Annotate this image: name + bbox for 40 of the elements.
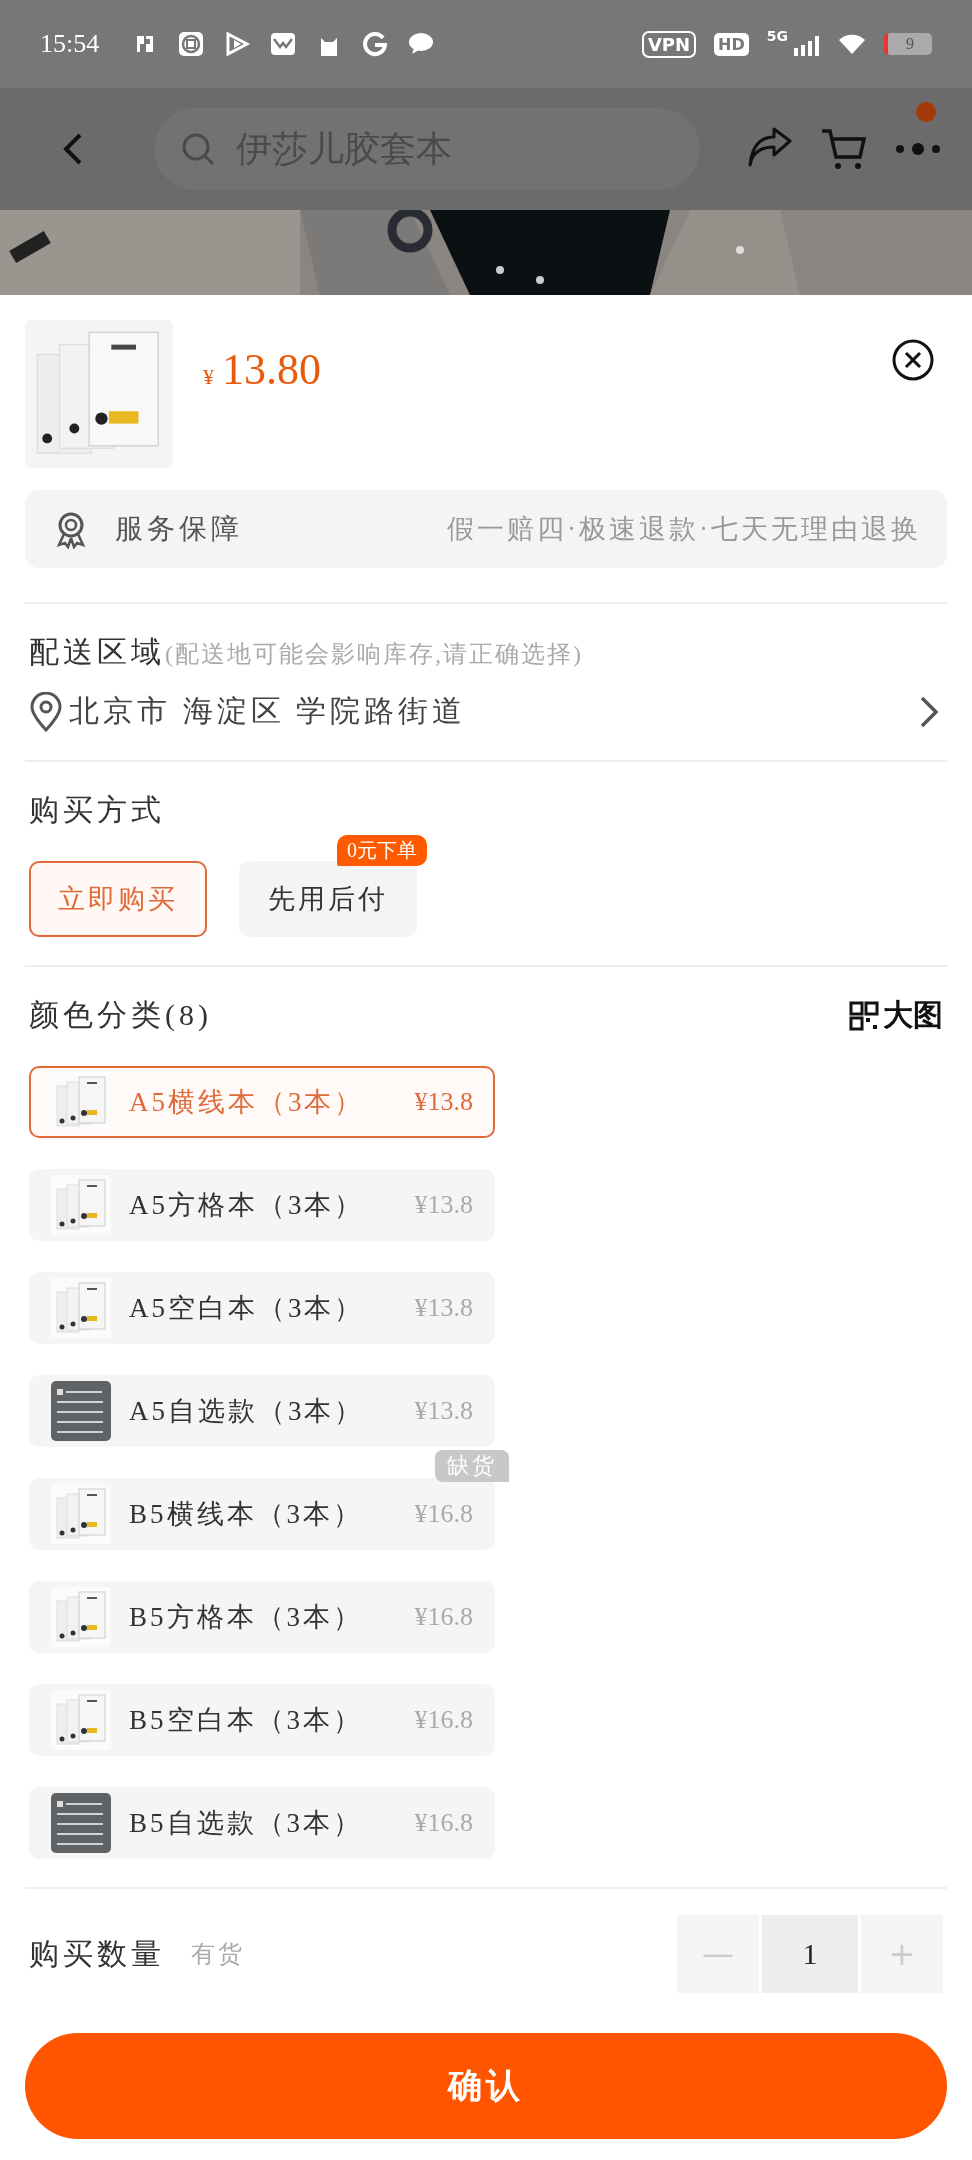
- address-row[interactable]: 北京市 海淀区 学院路街道: [29, 691, 943, 732]
- variant-option[interactable]: A5方格本（3本） ¥13.8: [29, 1169, 495, 1241]
- location-pin-icon: [29, 691, 63, 732]
- g-icon: [361, 30, 390, 58]
- notebook-thumbnail: [51, 1175, 111, 1235]
- delivery-hint: (配送地可能会影响库存,请正确选择): [165, 641, 583, 667]
- service-detail: 假一赔四·极速退款·七天无理由退换: [447, 513, 921, 546]
- promo-badge: 0元下单: [337, 835, 427, 866]
- variant-option[interactable]: A5空白本（3本） ¥13.8: [29, 1272, 495, 1344]
- clock: 15:54: [40, 29, 100, 59]
- variant-option[interactable]: B5横线本（3本） ¥16.8: [29, 1478, 495, 1550]
- purchase-option[interactable]: 先用后付: [239, 861, 417, 937]
- variant-option[interactable]: B5自选款（3本） ¥16.8: [29, 1787, 495, 1859]
- section-title: 颜色分类(8): [29, 997, 212, 1033]
- vpn-indicator: VPN: [641, 30, 697, 58]
- product-price: ¥ 13.80: [203, 344, 322, 395]
- grid-icon: [849, 1000, 879, 1031]
- variant-option[interactable]: B5方格本（3本） ¥16.8: [29, 1581, 495, 1653]
- quantity-label: 购买数量: [29, 1935, 165, 1972]
- variant-option[interactable]: B5空白本（3本） ¥16.8: [29, 1684, 495, 1756]
- mail-icon: [269, 30, 298, 58]
- hd-indicator: HD: [714, 32, 749, 56]
- notebook-thumbnail: [51, 1690, 111, 1750]
- text-card-thumbnail: [51, 1793, 111, 1853]
- service-label: 服务保障: [115, 512, 243, 546]
- text-card-thumbnail: [51, 1381, 111, 1441]
- network-label: 5G: [766, 28, 788, 44]
- section-title: 购买方式: [29, 793, 165, 826]
- section-title: 配送区域: [29, 635, 165, 668]
- large-view-button[interactable]: 大图: [849, 995, 943, 1036]
- bank-icon: [177, 30, 206, 58]
- service-guarantee-bar[interactable]: 服务保障 假一赔四·极速退款·七天无理由退换: [25, 490, 947, 568]
- quantity-value[interactable]: 1: [762, 1915, 858, 1993]
- notebook-thumbnail: [51, 1484, 111, 1544]
- battery-indicator: 9: [884, 33, 932, 55]
- stock-status: 有货: [191, 1940, 245, 1969]
- variant-option[interactable]: A5自选款（3本） ¥13.8: [29, 1375, 495, 1447]
- notebook-thumbnail: [51, 1278, 111, 1338]
- close-icon[interactable]: [891, 338, 935, 382]
- notebook-thumbnail: [51, 1587, 111, 1647]
